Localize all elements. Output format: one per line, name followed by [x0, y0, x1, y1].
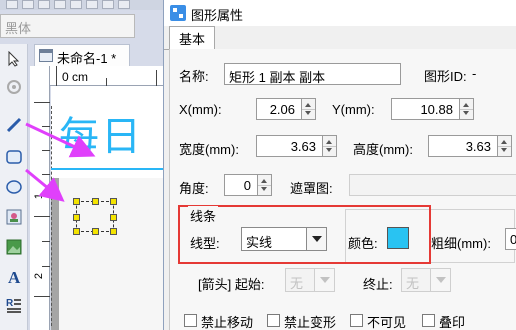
mask-field[interactable] [349, 174, 516, 196]
annotation-arrows [25, 122, 96, 202]
chevron-down-icon[interactable] [306, 228, 326, 250]
lock-resize-checkbox[interactable] [267, 314, 280, 327]
arrow-end-label: 终止: [363, 277, 393, 292]
angle-label: 角度: [179, 181, 209, 196]
barcode-text-icon: R [6, 298, 21, 313]
font-family-combo[interactable]: 黑体 [0, 14, 135, 38]
rotate-tool[interactable] [3, 76, 25, 98]
invisible-label: 不可见 [367, 315, 407, 330]
svg-text:A: A [8, 268, 21, 286]
toolbar-grip[interactable] [86, 0, 98, 9]
dialog-title: 图形属性 [191, 8, 244, 23]
resize-handle[interactable] [92, 228, 99, 235]
line-type-label: 线型: [190, 236, 220, 251]
landscape-icon [6, 239, 22, 255]
y-field[interactable]: 10.88 [391, 98, 460, 120]
horizontal-ruler: 0 cm [50, 66, 170, 86]
tab-basic[interactable]: 基本 [169, 26, 215, 50]
chevron-down-icon[interactable] [314, 269, 334, 291]
toolbar-grip[interactable] [102, 0, 114, 9]
text-tool[interactable]: A [3, 266, 25, 288]
resize-handle[interactable] [73, 228, 80, 235]
shape-properties-dialog: 图形属性 基本 名称: 矩形 1 副本 副本 图形ID: - X(mm): 2.… [163, 0, 516, 330]
ruler-mark: 2 [33, 272, 46, 280]
designer-window: 黑体 A R 未命名-1 * 0 cm 1 2 每日 [0, 0, 170, 330]
ruler-unit-label: 0 cm [62, 70, 89, 84]
lock-move-label: 禁止移动 [201, 315, 254, 330]
width-field[interactable]: 3.63 [256, 135, 323, 157]
x-label: X(mm): [179, 102, 222, 117]
document-icon [39, 49, 53, 62]
width-label: 宽度(mm): [179, 142, 239, 157]
tab-document[interactable]: 未命名-1 * [34, 44, 130, 66]
overprint-label: 叠印 [439, 315, 466, 330]
arrow-start-label: [箭头] 起始: [198, 277, 265, 292]
height-field[interactable]: 3.63 [428, 135, 498, 157]
barcode-text-tool[interactable]: R [3, 294, 25, 316]
svg-text:R: R [6, 298, 14, 309]
line-color-label: 颜色: [348, 236, 378, 251]
height-spinner[interactable] [498, 135, 512, 157]
shape-id-value: - [472, 66, 477, 81]
line-color-swatch[interactable] [387, 227, 409, 249]
invisible-checkbox[interactable] [350, 314, 363, 327]
text-a-icon: A [8, 268, 21, 286]
lock-resize-label: 禁止变形 [284, 315, 337, 330]
line-type-value: 实线 [246, 235, 273, 250]
width-spinner[interactable] [323, 135, 337, 157]
mask-label: 遮罩图: [290, 181, 333, 196]
line-thickness-field[interactable]: 0 [505, 228, 516, 250]
rotate-icon [7, 80, 21, 94]
height-label: 高度(mm): [353, 142, 413, 157]
landscape-image-tool[interactable] [3, 236, 25, 258]
x-field[interactable]: 2.06 [256, 98, 302, 120]
toolbar-grip[interactable] [70, 0, 82, 9]
toolbar-grip[interactable] [54, 0, 66, 9]
arrow-end-select[interactable]: 无 [401, 268, 451, 292]
chevron-down-icon[interactable] [430, 269, 450, 291]
toolbar-grip[interactable] [38, 0, 50, 9]
y-spinner[interactable] [460, 98, 474, 120]
document-tab-label: 未命名-1 * [57, 51, 117, 66]
pointer-icon [8, 51, 20, 67]
arrow-end-value: 无 [406, 276, 420, 291]
shape-id-label: 图形ID: [424, 69, 467, 84]
font-family-value: 黑体 [5, 21, 32, 36]
line-group-label: 线条 [188, 206, 219, 225]
top-toolbar-strip [0, 0, 170, 10]
toolbar-grip[interactable] [118, 0, 130, 9]
overprint-checkbox[interactable] [422, 314, 435, 327]
line-type-select[interactable]: 实线 [241, 227, 327, 251]
shape-properties-icon [170, 5, 186, 21]
select-tool[interactable] [3, 48, 25, 70]
name-field[interactable]: 矩形 1 副本 副本 [224, 63, 401, 85]
arrow-start-select[interactable]: 无 [285, 268, 335, 292]
toolbar-grip[interactable] [6, 0, 18, 9]
angle-field[interactable]: 0 [224, 174, 258, 196]
dialog-titlebar[interactable]: 图形属性 [164, 0, 516, 26]
x-spinner[interactable] [302, 98, 316, 120]
lock-move-checkbox[interactable] [184, 314, 197, 327]
name-label: 名称: [179, 69, 209, 84]
tab-strip: 基本 [164, 26, 516, 50]
toolbar-grip[interactable] [22, 0, 34, 9]
y-label: Y(mm): [332, 102, 375, 117]
line-thickness-label: 粗细(mm): [431, 236, 491, 251]
angle-spinner[interactable] [258, 174, 272, 196]
resize-handle[interactable] [110, 228, 117, 235]
arrow-start-value: 无 [290, 276, 304, 291]
